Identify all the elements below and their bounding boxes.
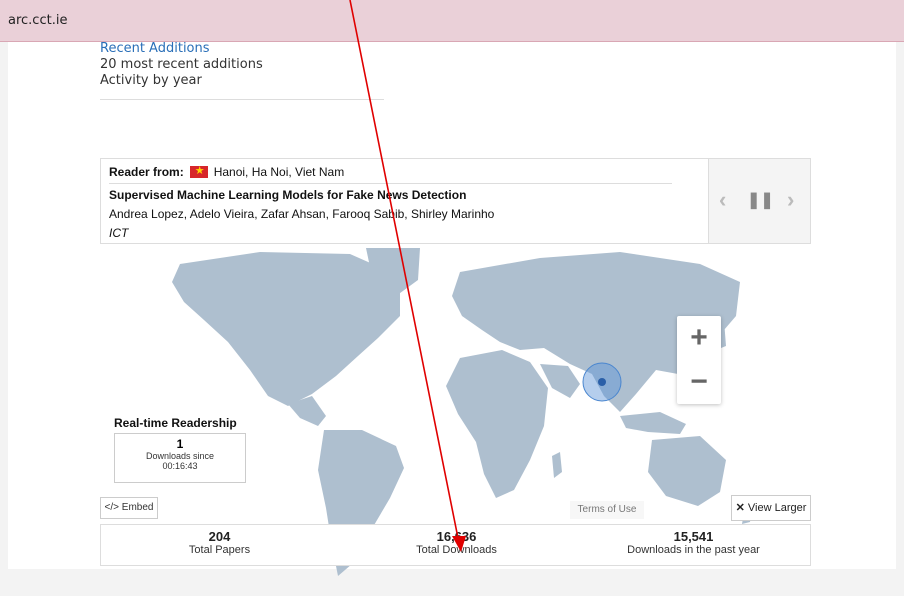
paper-title[interactable]: Supervised Machine Learning Models for F… — [109, 188, 466, 202]
stat-total-papers: 204 Total Papers — [101, 529, 338, 556]
realtime-time: 00:16:43 — [162, 461, 198, 471]
sidebar-links: Recent Additions 20 most recent addition… — [100, 41, 263, 89]
realtime-label: Real-time Readership — [114, 416, 237, 430]
stat-label: Total Papers — [188, 544, 251, 556]
reader-marker-dot — [598, 378, 606, 386]
activity-by-year-link[interactable]: Activity by year — [100, 73, 263, 89]
vietnam-flag-icon: ★ — [189, 165, 208, 178]
previous-icon[interactable]: ‹ — [719, 187, 726, 213]
realtime-since-label: Downloads since — [145, 451, 215, 461]
stat-downloads-past-year: 15,541 Downloads in the past year — [575, 529, 812, 556]
zoom-out-button[interactable]: − — [677, 360, 721, 404]
next-icon[interactable]: › — [787, 187, 794, 213]
view-larger-label: View Larger — [747, 502, 807, 514]
reader-separator — [109, 183, 672, 184]
realtime-box: 1 Downloads since 00:16:43 — [114, 433, 246, 483]
stat-label: Downloads in the past year — [627, 544, 760, 556]
zoom-in-button[interactable]: + — [677, 316, 721, 360]
twenty-recent-link[interactable]: 20 most recent additions — [100, 57, 263, 73]
stat-total-downloads: 16,636 Total Downloads — [338, 529, 575, 556]
expand-icon: ✕ — [735, 502, 745, 514]
reader-panel: Reader from: ★ Hanoi, Ha Noi, Viet Nam Sup… — [100, 158, 708, 244]
stats-bar: 204 Total Papers 16,636 Total Downloads … — [100, 524, 811, 566]
view-larger-button[interactable]: ✕ View Larger — [731, 495, 811, 521]
terms-of-use-link[interactable]: Terms of Use — [570, 501, 644, 519]
stat-label: Total Downloads — [416, 544, 497, 556]
paper-authors: Andrea Lopez, Adelo Vieira, Zafar Ahsan,… — [109, 207, 495, 221]
zoom-control: + − — [677, 316, 721, 404]
stat-value: 15,541 — [673, 529, 714, 544]
stat-value: 204 — [208, 529, 231, 544]
paper-collection: ICT — [109, 226, 129, 240]
reader-from-row: Reader from: ★ Hanoi, Ha Noi, Viet Nam — [109, 165, 344, 179]
reader-from-label: Reader from: — [109, 165, 184, 179]
divider — [100, 99, 384, 100]
pause-icon[interactable]: ❚❚ — [747, 190, 774, 210]
readership-map-widget: Reader from: ★ Hanoi, Ha Noi, Viet Nam Sup… — [100, 158, 811, 576]
feed-controls: ‹ ❚❚ › — [708, 158, 811, 244]
recent-additions-link[interactable]: Recent Additions — [100, 41, 263, 57]
stat-value: 16,636 — [436, 529, 477, 544]
embed-button[interactable]: </> Embed — [100, 497, 158, 519]
host-label: arc.cct.ie — [8, 13, 68, 28]
realtime-count: 1 — [176, 437, 184, 451]
realtime-readership: Real-time Readership 1 Downloads since 0… — [114, 416, 246, 483]
reader-location: Hanoi, Ha Noi, Viet Nam — [213, 165, 345, 179]
browser-bar: arc.cct.ie — [0, 0, 904, 42]
